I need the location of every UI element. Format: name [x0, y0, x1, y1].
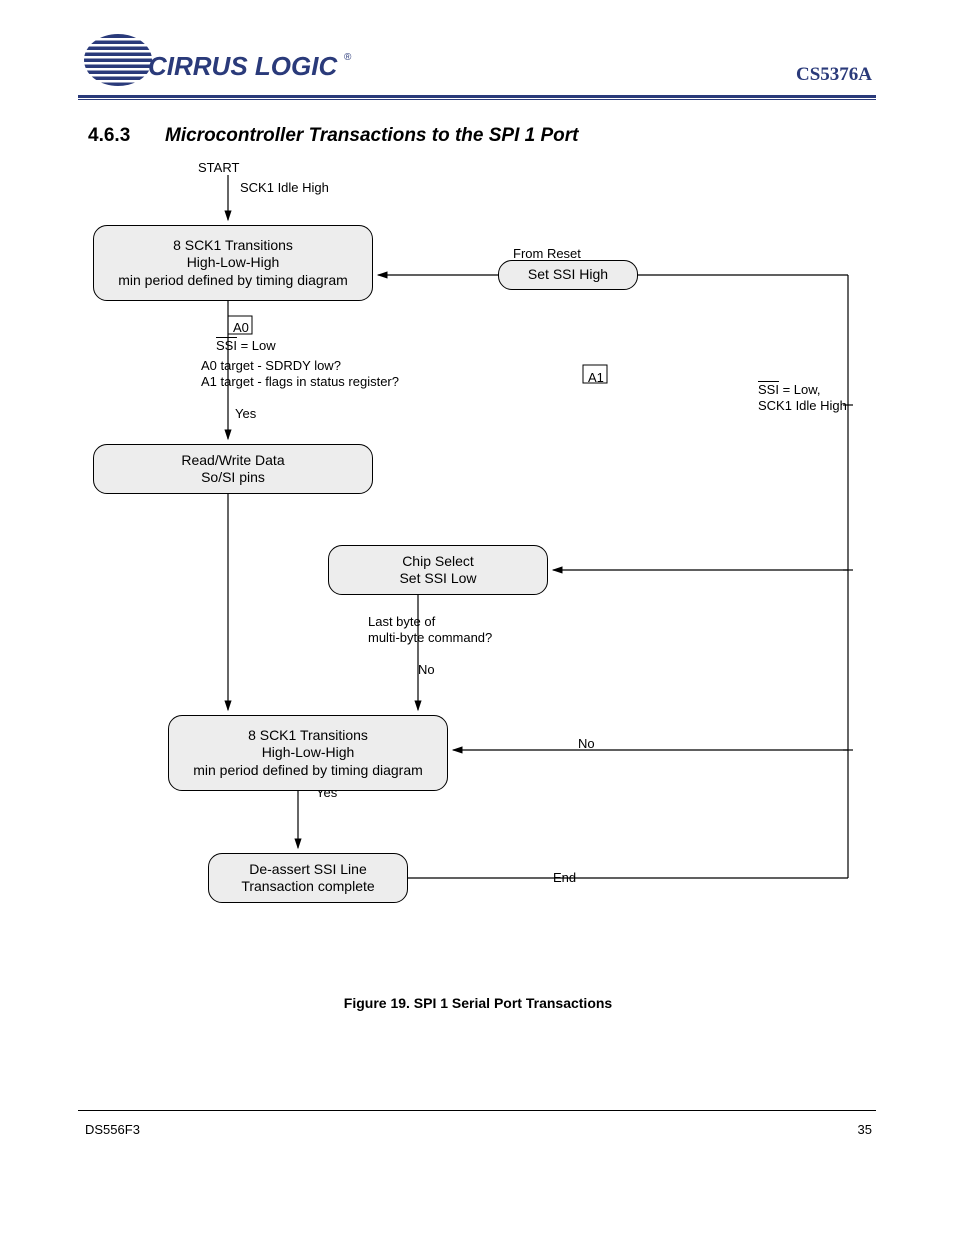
figure-caption: Figure 19. SPI 1 Serial Port Transaction…	[78, 995, 878, 1011]
footer-page-num: 35	[858, 1122, 872, 1137]
product-name: CS5376A	[796, 64, 872, 86]
footer-doc-id: DS556F3	[85, 1122, 140, 1137]
section-title: Microcontroller Transactions to the SPI …	[165, 125, 579, 147]
svg-text:CIRRUS LOGIC: CIRRUS LOGIC	[148, 51, 338, 81]
footer-rule	[78, 1110, 876, 1111]
svg-text:®: ®	[344, 52, 352, 63]
cirrus-logic-logo: CIRRUS LOGIC ®	[78, 30, 358, 90]
flowchart-lines	[78, 160, 878, 960]
header-rule	[78, 95, 876, 100]
flowchart-diagram: START SCK1 Idle High A0 SSI = Low A0 tar…	[78, 160, 878, 960]
section-number: 4.6.3	[88, 125, 130, 147]
